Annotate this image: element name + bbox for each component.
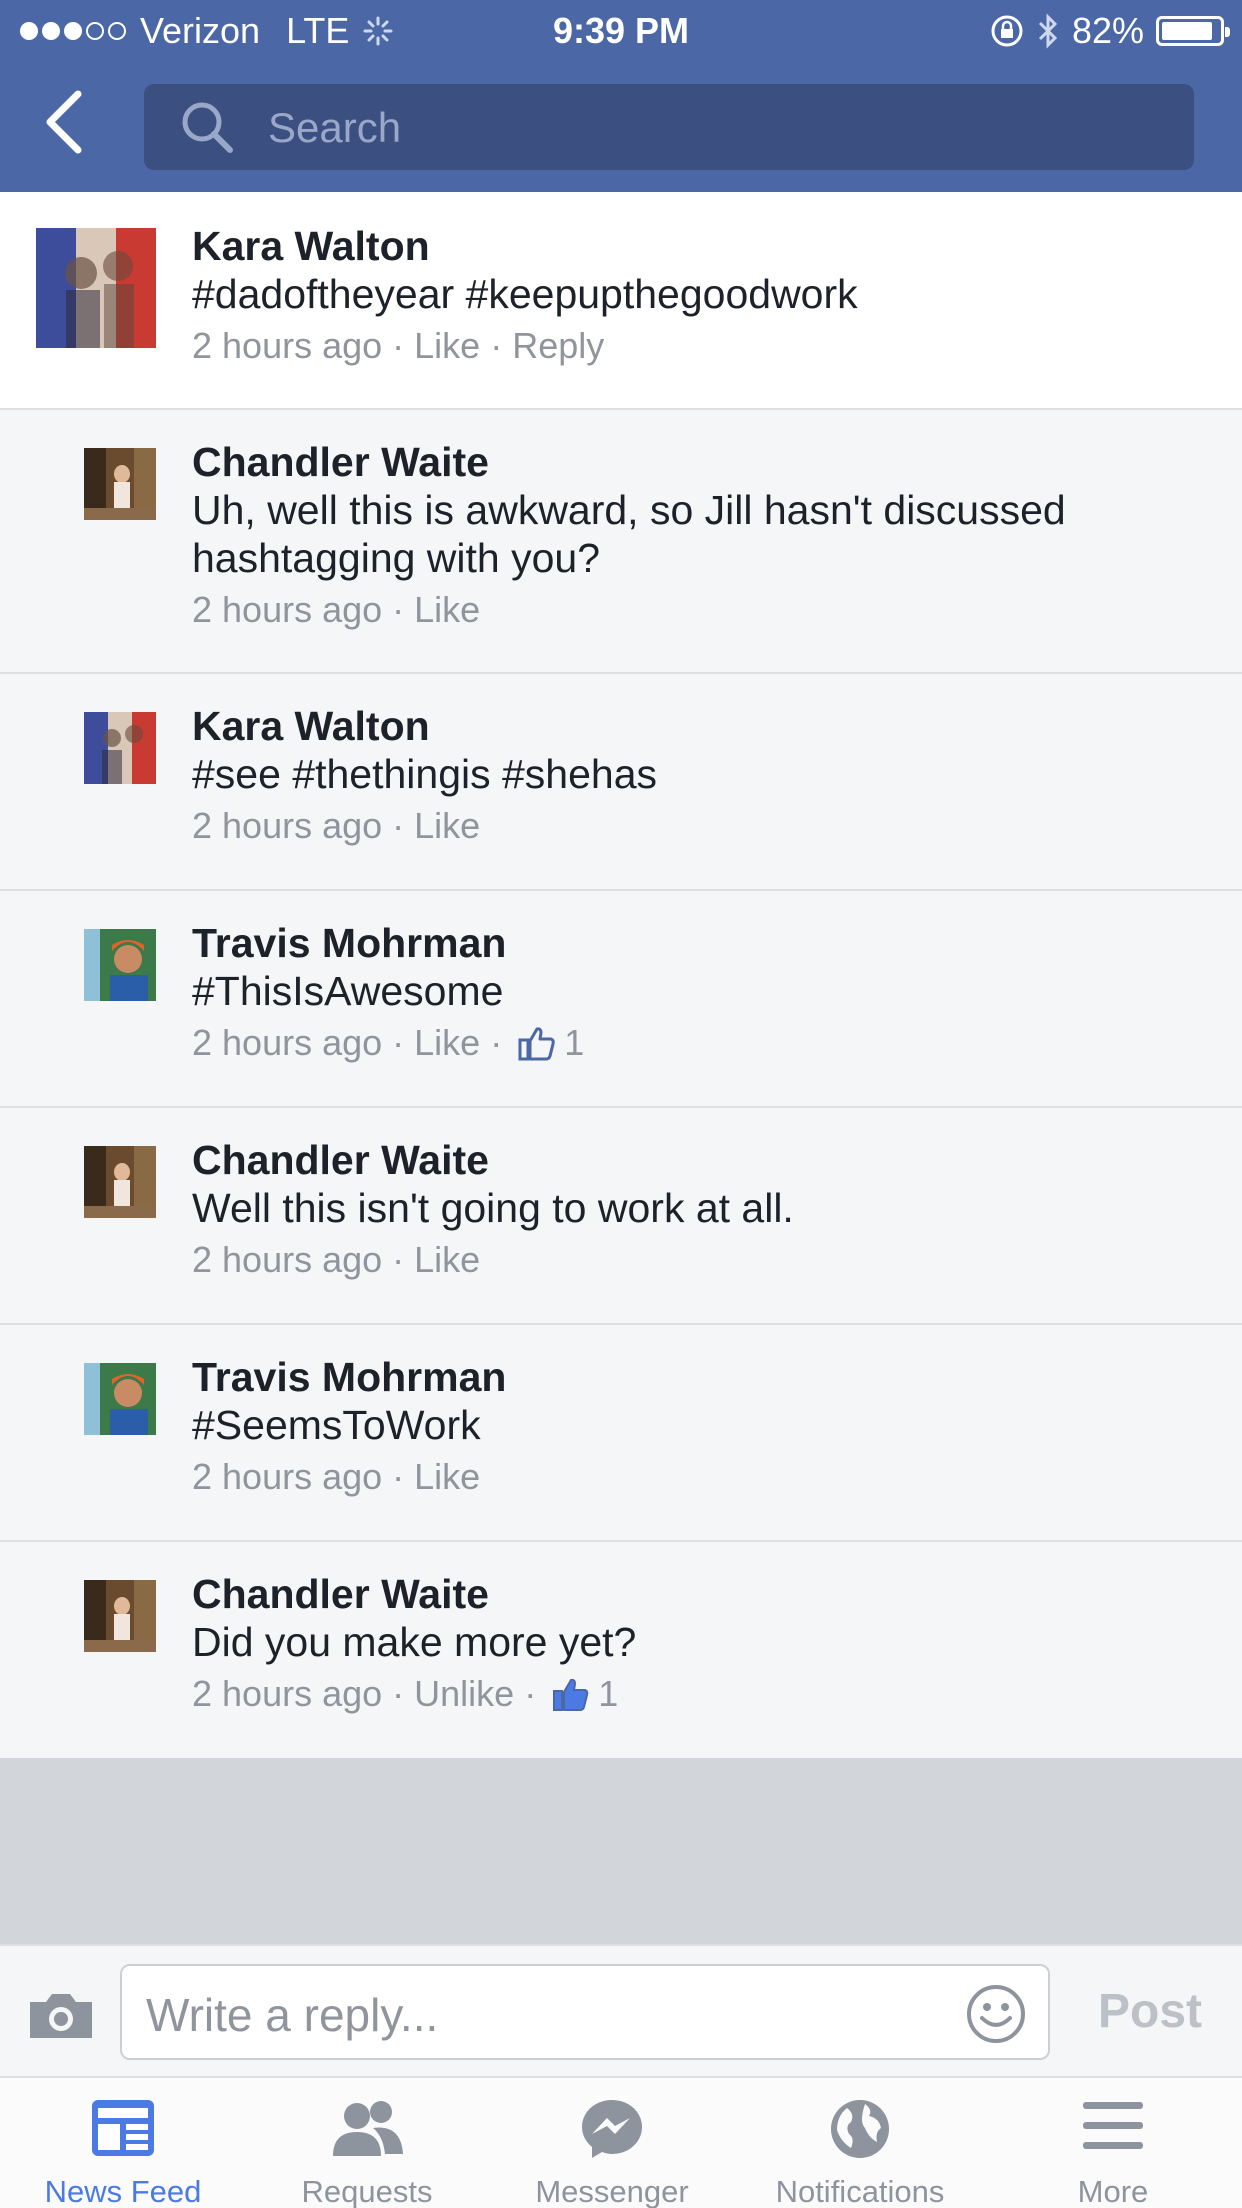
- comment-item: Chandler Waite Well this isn't going to …: [0, 1108, 1242, 1325]
- avatar[interactable]: [84, 712, 156, 784]
- back-button[interactable]: [42, 90, 102, 162]
- like-link[interactable]: Like: [414, 1232, 480, 1288]
- bottom-tab-bar: News Feed Requests Messenger Notificatio…: [0, 2076, 1242, 2208]
- comment-item: Chandler Waite Did you make more yet? 2 …: [0, 1542, 1242, 1758]
- messenger-icon: [582, 2100, 642, 2158]
- comment-body: Chandler Waite Did you make more yet? 2 …: [192, 1570, 636, 1722]
- comment-author[interactable]: Kara Walton: [192, 222, 858, 270]
- comment-text: #see #thethingis #shehas: [192, 751, 658, 797]
- reply-link[interactable]: Reply: [512, 318, 604, 374]
- reply-placeholder: Write a reply...: [146, 1989, 439, 2041]
- unlike-link[interactable]: Unlike: [414, 1666, 514, 1722]
- avatar[interactable]: [84, 1580, 156, 1652]
- tab-news-feed[interactable]: News Feed: [0, 2078, 246, 2208]
- comment-timestamp: 2 hours ago: [192, 1239, 383, 1280]
- comment-text: #SeemsToWork: [192, 1402, 481, 1448]
- tab-notifications[interactable]: Notifications: [736, 2078, 984, 2208]
- comment-text: Did you make more yet?: [192, 1619, 637, 1665]
- comment-item: Chandler Waite Uh, well this is awkward,…: [0, 410, 1242, 674]
- comment-timestamp: 2 hours ago: [192, 805, 383, 846]
- rotation-lock-icon: [991, 15, 1023, 47]
- avatar[interactable]: [84, 448, 156, 520]
- tab-label: Messenger: [535, 2174, 689, 2208]
- battery-percent: 82%: [1071, 10, 1144, 51]
- comment-meta: 2 hours ago · Like · Reply: [192, 318, 858, 374]
- chevron-left-icon: [46, 90, 82, 154]
- news-feed-icon: [92, 2100, 154, 2156]
- smiley-icon[interactable]: [966, 1984, 1026, 2044]
- comment-body: Chandler Waite Uh, well this is awkward,…: [192, 438, 1172, 638]
- post-button[interactable]: Post: [1098, 1984, 1202, 2039]
- requests-icon: [333, 2101, 403, 2156]
- comment-author[interactable]: Travis Mohrman: [192, 919, 584, 967]
- top-header: Verizon LTE 9:39 PM 82% Search: [0, 0, 1242, 192]
- comment-meta: 2 hours ago · Like: [192, 798, 657, 854]
- avatar[interactable]: [84, 1363, 156, 1435]
- status-right: 82%: [990, 10, 1230, 52]
- tab-more[interactable]: More: [984, 2078, 1242, 2208]
- avatar[interactable]: [36, 228, 156, 348]
- comment-item: Travis Mohrman #ThisIsAwesome 2 hours ag…: [0, 891, 1242, 1108]
- comment-author[interactable]: Chandler Waite: [192, 438, 1172, 486]
- like-link[interactable]: Like: [414, 318, 480, 374]
- tab-label: News Feed: [44, 2174, 202, 2208]
- tab-label: More: [1077, 2174, 1149, 2208]
- comment-timestamp: 2 hours ago: [192, 325, 383, 366]
- comment-body: Kara Walton #dadoftheyear #keepupthegood…: [192, 222, 858, 374]
- tab-label: Requests: [301, 2174, 433, 2208]
- reply-composer: Write a reply... Post: [0, 1944, 1242, 2076]
- tab-label: Notifications: [775, 2174, 945, 2208]
- comment-text: Uh, well this is awkward, so Jill hasn't…: [192, 487, 1066, 581]
- comment-item: Kara Walton #dadoftheyear #keepupthegood…: [0, 192, 1242, 410]
- comment-body: Chandler Waite Well this isn't going to …: [192, 1136, 794, 1288]
- like-link[interactable]: Like: [414, 582, 480, 638]
- comment-author[interactable]: Chandler Waite: [192, 1136, 794, 1184]
- reply-input[interactable]: Write a reply...: [120, 1964, 1050, 2060]
- comment-author[interactable]: Chandler Waite: [192, 1570, 636, 1618]
- tab-messenger[interactable]: Messenger: [488, 2078, 736, 2208]
- thumbs-up-icon: [518, 1027, 555, 1061]
- comment-text: Well this isn't going to work at all.: [192, 1185, 794, 1231]
- comment-meta: 2 hours ago · Like: [192, 1232, 794, 1288]
- tab-requests[interactable]: Requests: [246, 2078, 488, 2208]
- like-count[interactable]: 1: [564, 1015, 584, 1071]
- search-input[interactable]: Search: [144, 84, 1194, 170]
- comment-timestamp: 2 hours ago: [192, 1673, 383, 1714]
- like-link[interactable]: Like: [414, 798, 480, 854]
- comment-meta: 2 hours ago · Like · 1: [192, 1015, 584, 1071]
- search-icon: [182, 102, 233, 153]
- avatar[interactable]: [84, 929, 156, 1001]
- search-placeholder: Search: [268, 104, 402, 151]
- comment-author[interactable]: Kara Walton: [192, 702, 657, 750]
- like-link[interactable]: Like: [414, 1015, 480, 1071]
- comment-item: Travis Mohrman #SeemsToWork 2 hours ago …: [0, 1325, 1242, 1542]
- menu-icon: [1083, 2102, 1143, 2149]
- comment-meta: 2 hours ago · Like: [192, 582, 1172, 638]
- comment-body: Kara Walton #see #thethingis #shehas 2 h…: [192, 702, 657, 854]
- comment-text: #ThisIsAwesome: [192, 968, 504, 1014]
- comment-item: Kara Walton #see #thethingis #shehas 2 h…: [0, 674, 1242, 891]
- comment-body: Travis Mohrman #ThisIsAwesome 2 hours ag…: [192, 919, 584, 1071]
- like-link[interactable]: Like: [414, 1449, 480, 1505]
- comment-author[interactable]: Travis Mohrman: [192, 1353, 506, 1401]
- avatar[interactable]: [84, 1146, 156, 1218]
- comment-body: Travis Mohrman #SeemsToWork 2 hours ago …: [192, 1353, 506, 1505]
- like-count[interactable]: 1: [598, 1666, 618, 1722]
- camera-icon[interactable]: [26, 1990, 96, 2040]
- comment-thread: Kara Walton #dadoftheyear #keepupthegood…: [0, 192, 1242, 1758]
- battery-icon: [1156, 16, 1230, 46]
- comment-meta: 2 hours ago · Like: [192, 1449, 506, 1505]
- comment-timestamp: 2 hours ago: [192, 1022, 383, 1063]
- bluetooth-icon: [1038, 13, 1058, 49]
- comment-timestamp: 2 hours ago: [192, 1456, 383, 1497]
- thumbs-up-icon: [553, 1678, 589, 1711]
- comment-timestamp: 2 hours ago: [192, 589, 383, 630]
- comment-meta: 2 hours ago · Unlike · 1: [192, 1666, 636, 1722]
- comment-text: #dadoftheyear #keepupthegoodwork: [192, 271, 858, 317]
- globe-icon: [831, 2100, 889, 2158]
- status-bar: Verizon LTE 9:39 PM 82%: [0, 0, 1242, 62]
